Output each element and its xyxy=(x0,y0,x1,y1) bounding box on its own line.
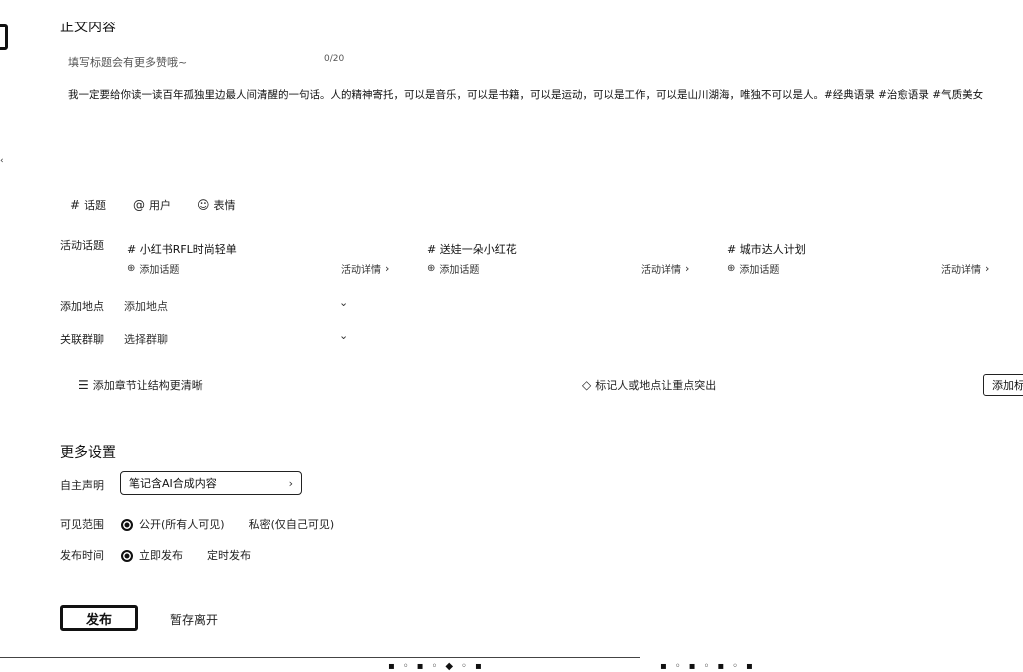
collapse-caret-icon: ‹ xyxy=(0,156,4,166)
chevron-right-icon: › xyxy=(685,262,690,275)
taskbar-icons: ▪◦▪◦▪◦▪ xyxy=(660,661,761,672)
topic-button[interactable]: # 话题 xyxy=(70,197,106,213)
sidebar-edge-button[interactable] xyxy=(0,24,8,50)
publish-button[interactable]: 发布 xyxy=(60,605,138,631)
publish-scheduled-radio[interactable]: 定时发布 xyxy=(207,547,251,563)
publish-time-options: 立即发布 定时发布 xyxy=(121,547,251,563)
add-chapter-button[interactable]: ☰ 添加章节让结构更清晰 xyxy=(78,377,203,393)
add-mark-button[interactable]: 添加标 xyxy=(983,374,1023,396)
add-topic-button[interactable]: ⊕ 添加话题 xyxy=(427,261,479,276)
title-char-counter: 0/20 xyxy=(324,54,345,64)
divider xyxy=(0,657,640,658)
radio-selected-icon xyxy=(121,550,133,562)
emoji-button[interactable]: ☺ 表情 xyxy=(197,197,236,213)
add-topic-button[interactable]: ⊕ 添加话题 xyxy=(127,261,179,276)
declaration-select[interactable]: 笔记含AI合成内容 › xyxy=(120,471,302,495)
activity-topic-name: # 城市达人计划 xyxy=(727,243,806,256)
plus-circle-icon: ⊕ xyxy=(427,263,436,274)
activity-detail-link[interactable]: 活动详情 › xyxy=(341,261,389,276)
chevron-down-icon[interactable]: ⌄ xyxy=(339,296,348,309)
activity-detail-link[interactable]: 活动详情 › xyxy=(641,261,689,276)
visibility-private-radio[interactable]: 私密(仅自己可见) xyxy=(249,516,335,532)
tag-icon: ◇ xyxy=(582,378,592,392)
more-settings-title: 更多设置 xyxy=(60,445,116,461)
title-input[interactable]: 填写标题会有更多赞哦~ xyxy=(68,54,187,70)
mark-person-location-button[interactable]: ◇ 标记人或地点让重点突出 xyxy=(582,377,716,393)
add-topic-button[interactable]: ⊕ 添加话题 xyxy=(727,261,779,276)
chapter-icon: ☰ xyxy=(78,378,89,392)
plus-circle-icon: ⊕ xyxy=(727,263,736,274)
chevron-right-icon: › xyxy=(385,262,390,275)
chevron-down-icon[interactable]: ⌄ xyxy=(339,329,348,342)
body-editor[interactable]: 我一定要给你读一读百年孤独里边最人间清醒的一句话。人的精神寄托，可以是音乐，可以… xyxy=(68,87,983,102)
chevron-right-icon: › xyxy=(985,262,990,275)
visibility-options: 公开(所有人可见) 私密(仅自己可见) xyxy=(121,516,334,532)
activity-detail-link[interactable]: 活动详情 › xyxy=(941,261,989,276)
at-icon: @ xyxy=(133,198,145,212)
location-label: 添加地点 xyxy=(60,300,104,313)
radio-selected-icon xyxy=(121,519,133,531)
taskbar-icons: ▪◦▪◦◆◦▪ xyxy=(388,661,490,672)
publish-now-radio[interactable]: 立即发布 xyxy=(121,547,183,563)
group-chat-select[interactable]: 选择群聊 xyxy=(124,331,168,347)
publish-time-label: 发布时间 xyxy=(60,549,104,562)
chevron-right-icon: › xyxy=(288,476,293,490)
visibility-public-radio[interactable]: 公开(所有人可见) xyxy=(121,516,225,532)
activity-topics-label: 活动话题 xyxy=(60,239,104,252)
group-chat-label: 关联群聊 xyxy=(60,333,104,346)
activity-topic-name: # 小红书RFL时尚轻单 xyxy=(127,243,237,256)
save-draft-button[interactable]: 暂存离开 xyxy=(170,611,218,628)
user-button[interactable]: @ 用户 xyxy=(133,197,171,213)
hash-icon: # xyxy=(70,198,81,212)
visibility-label: 可见范围 xyxy=(60,518,104,531)
section-heading: 正文内容 xyxy=(60,22,116,32)
location-select[interactable]: 添加地点 xyxy=(124,298,168,314)
activity-topic-name: # 送娃一朵小红花 xyxy=(427,243,517,256)
declaration-label: 自主声明 xyxy=(60,479,104,492)
plus-circle-icon: ⊕ xyxy=(127,263,136,274)
smile-icon: ☺ xyxy=(197,198,210,212)
